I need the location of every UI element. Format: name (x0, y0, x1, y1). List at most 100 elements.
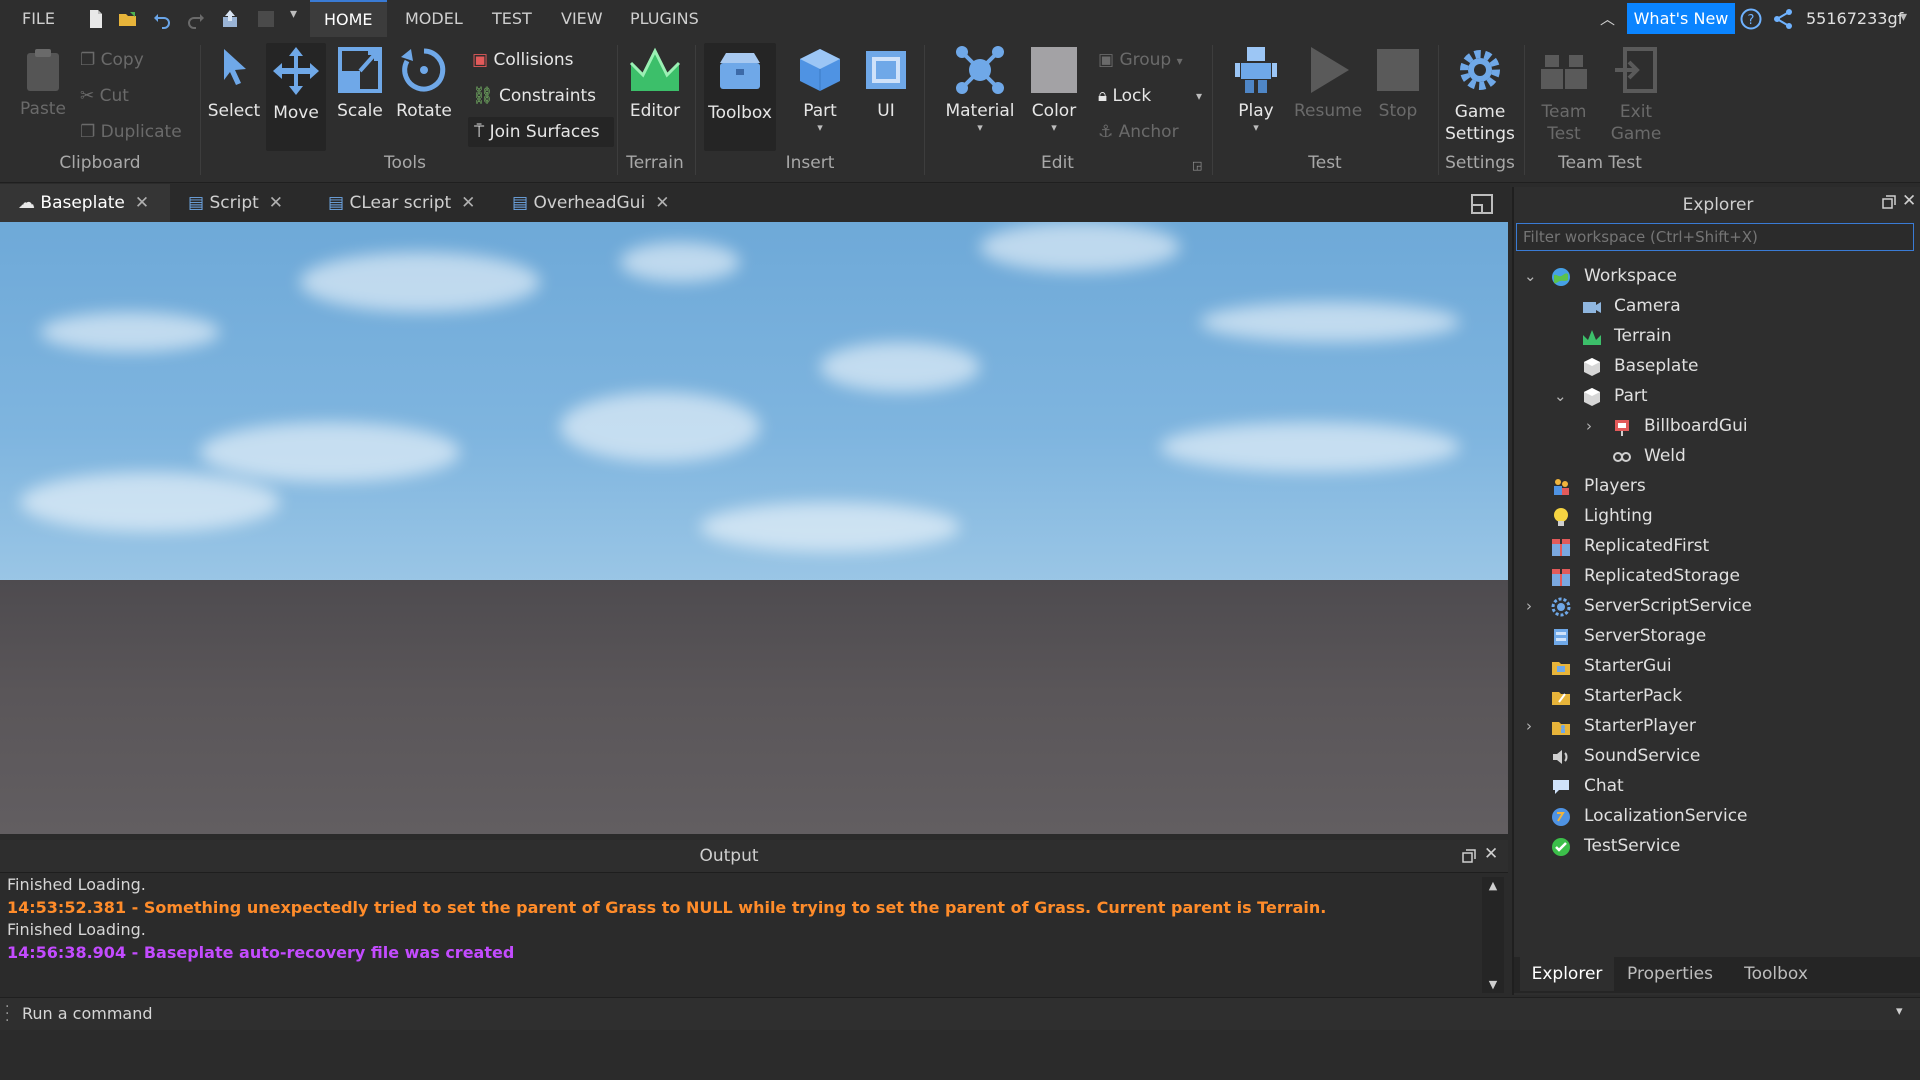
chevron-right-icon[interactable]: › (1526, 711, 1532, 741)
constraints-toggle[interactable]: ⛓ Constraints (472, 81, 596, 111)
tab-home[interactable]: HOME (310, 0, 387, 37)
close-icon[interactable]: ✕ (269, 193, 283, 213)
toolbox-button[interactable]: Toolbox (704, 43, 776, 151)
scroll-up-icon[interactable]: ▲ (1482, 879, 1504, 892)
tree-item-baseplate[interactable]: Baseplate (1514, 351, 1920, 381)
close-icon[interactable]: ✕ (1902, 191, 1916, 211)
part-dropdown-icon[interactable]: ▾ (790, 121, 850, 134)
play-button[interactable]: Play ▾ (1226, 45, 1286, 134)
quick-access-dropdown-icon[interactable]: ▾ (290, 6, 297, 22)
anchor-button[interactable]: ⚓︎ Anchor (1098, 117, 1179, 147)
color-button[interactable]: Color ▾ (1024, 45, 1084, 134)
whats-new-button[interactable]: What's New (1627, 3, 1735, 34)
panel-tab-properties[interactable]: Properties (1614, 957, 1726, 991)
collapse-ribbon-icon[interactable]: ︿ (1600, 8, 1615, 29)
tree-item-billboardgui[interactable]: › BillboardGui (1514, 411, 1920, 441)
output-scrollbar[interactable]: ▲ ▼ (1482, 877, 1504, 993)
tree-item-part[interactable]: ⌄ Part (1514, 381, 1920, 411)
color-dropdown-icon[interactable]: ▾ (1024, 121, 1084, 134)
part-button[interactable]: Part ▾ (790, 45, 850, 134)
lock-button[interactable]: 🔒︎ Lock ▾ (1098, 81, 1202, 111)
copy-button[interactable]: ❐ Copy (80, 45, 144, 75)
3d-viewport[interactable] (0, 222, 1508, 834)
tab-script[interactable]: ▤ Script ✕ (188, 184, 318, 222)
tree-item-replicatedfirst[interactable]: ReplicatedFirst (1514, 531, 1920, 561)
tree-item-localizationservice[interactable]: LocalizationService (1514, 801, 1920, 831)
tree-item-testservice[interactable]: TestService (1514, 831, 1920, 861)
exit-game-button[interactable]: Exit Game (1604, 45, 1668, 145)
chevron-down-icon[interactable]: ⌄ (1524, 261, 1537, 291)
new-file-icon[interactable] (86, 9, 106, 29)
close-icon[interactable]: ✕ (655, 193, 669, 213)
material-button[interactable]: Material ▾ (944, 45, 1016, 134)
drag-handle-icon[interactable]: · · · (5, 1000, 9, 1028)
stop-button[interactable]: Stop (1370, 45, 1426, 121)
undock-icon[interactable] (1462, 849, 1476, 863)
resume-button[interactable]: Resume (1294, 45, 1362, 121)
duplicate-button[interactable]: ❐ Duplicate (80, 117, 182, 147)
chevron-down-icon[interactable]: ⌄ (1554, 381, 1567, 411)
panel-tab-toolbox[interactable]: Toolbox (1726, 957, 1826, 991)
explorer-filter-input[interactable] (1516, 223, 1914, 251)
edit-settings-expander-icon[interactable]: ◲ (1192, 159, 1202, 172)
lock-dropdown-icon[interactable]: ▾ (1196, 81, 1202, 111)
tab-clear-script[interactable]: ▤ CLear script ✕ (328, 184, 488, 222)
tab-model[interactable]: MODEL (405, 0, 463, 37)
baseplate-ground[interactable] (0, 580, 1508, 834)
tree-item-serverscriptservice[interactable]: › ServerScriptService (1514, 591, 1920, 621)
help-icon[interactable]: ? (1740, 8, 1762, 30)
group-button[interactable]: ▣ Group ▾ (1098, 45, 1183, 75)
command-history-dropdown-icon[interactable]: ▾ (1896, 1004, 1903, 1019)
file-menu[interactable]: FILE (22, 0, 55, 37)
panel-tab-explorer[interactable]: Explorer (1520, 957, 1614, 991)
tab-overheadgui[interactable]: ▤ OverheadGui ✕ (512, 184, 682, 222)
account-dropdown-icon[interactable]: ▾ (1900, 9, 1907, 25)
close-icon[interactable]: ✕ (461, 193, 475, 213)
play-dropdown-icon[interactable]: ▾ (1226, 121, 1286, 134)
chevron-right-icon[interactable]: › (1586, 411, 1592, 441)
tree-item-lighting[interactable]: Lighting (1514, 501, 1920, 531)
cut-button[interactable]: ✂ Cut (80, 81, 129, 111)
tree-item-soundservice[interactable]: SoundService (1514, 741, 1920, 771)
tree-item-players[interactable]: Players (1514, 471, 1920, 501)
tree-item-replicatedstorage[interactable]: ReplicatedStorage (1514, 561, 1920, 591)
tree-item-serverstorage[interactable]: ServerStorage (1514, 621, 1920, 651)
tree-item-weld[interactable]: Weld (1514, 441, 1920, 471)
collisions-toggle[interactable]: ▣ Collisions (472, 45, 574, 75)
chevron-right-icon[interactable]: › (1526, 591, 1532, 621)
material-dropdown-icon[interactable]: ▾ (944, 121, 1016, 134)
publish-icon[interactable] (220, 9, 240, 29)
undo-icon[interactable] (152, 9, 172, 29)
tree-item-chat[interactable]: Chat (1514, 771, 1920, 801)
terrain-editor-button[interactable]: Editor (624, 45, 686, 121)
restore-view-icon[interactable] (1470, 193, 1494, 215)
select-tool-button[interactable]: Select (206, 45, 262, 121)
username-label[interactable]: 55167233gf (1806, 0, 1903, 37)
open-folder-icon[interactable] (118, 9, 138, 29)
tree-item-starterpack[interactable]: StarterPack (1514, 681, 1920, 711)
tree-item-startergui[interactable]: StarterGui (1514, 651, 1920, 681)
ui-button[interactable]: UI (858, 45, 914, 121)
tab-baseplate[interactable]: ☁ Baseplate ✕ (0, 184, 170, 222)
command-input[interactable]: Run a command (22, 998, 153, 1030)
close-icon[interactable]: ✕ (135, 193, 149, 213)
scale-tool-button[interactable]: Scale (332, 45, 388, 121)
redo-icon[interactable] (186, 9, 206, 29)
scroll-down-icon[interactable]: ▼ (1482, 978, 1504, 991)
tab-plugins[interactable]: PLUGINS (630, 0, 699, 37)
team-test-button[interactable]: Team Test (1532, 45, 1596, 145)
share-icon[interactable] (1772, 8, 1794, 30)
join-surfaces-toggle[interactable]: ⍑ Join Surfaces (468, 117, 614, 147)
move-tool-button[interactable]: Move (266, 43, 326, 151)
tree-item-workspace[interactable]: ⌄ Workspace (1514, 261, 1920, 291)
tree-item-camera[interactable]: Camera (1514, 291, 1920, 321)
paste-button[interactable]: Paste (18, 47, 68, 119)
tab-view[interactable]: VIEW (561, 0, 603, 37)
tree-item-starterplayer[interactable]: › StarterPlayer (1514, 711, 1920, 741)
close-icon[interactable]: ✕ (1484, 844, 1498, 864)
game-settings-button[interactable]: Game Settings (1444, 45, 1516, 145)
tree-item-terrain[interactable]: Terrain (1514, 321, 1920, 351)
command-bar[interactable]: · · · Run a command ▾ (0, 997, 1920, 1031)
undock-icon[interactable] (1882, 195, 1896, 209)
rotate-tool-button[interactable]: Rotate (394, 45, 454, 121)
